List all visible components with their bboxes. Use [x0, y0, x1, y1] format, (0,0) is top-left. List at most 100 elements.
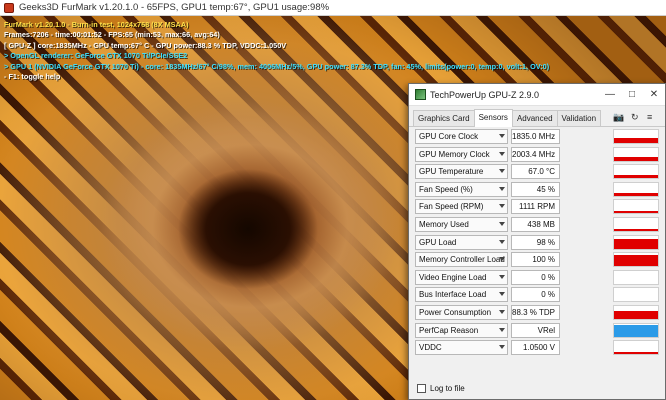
close-button[interactable]: ✕	[643, 84, 665, 106]
sensor-name-dropdown[interactable]: Power Consumption	[415, 304, 508, 320]
sensor-graph-fill	[614, 325, 658, 337]
sensor-graph-fill	[614, 193, 658, 196]
sensor-value: 2003.4 MHz	[511, 146, 560, 162]
sensor-graph-fill	[614, 351, 658, 355]
sensor-row: Memory Controller Load 100 %	[415, 251, 661, 269]
sensor-value: 0 %	[511, 269, 560, 285]
chevron-down-icon[interactable]	[499, 257, 505, 262]
chevron-down-icon[interactable]	[499, 239, 505, 244]
tab-advanced[interactable]: Advanced	[511, 110, 558, 126]
sensor-name-dropdown[interactable]: Bus Interface Load	[415, 287, 508, 303]
chevron-down-icon[interactable]	[499, 134, 505, 138]
osd-line: > GPU 1 (NVIDIA GeForce GTX 1070 Ti) - c…	[4, 61, 550, 71]
tab-sensors[interactable]: Sensors	[473, 109, 513, 127]
sensor-value: 100 %	[511, 252, 560, 268]
furmark-app-icon	[4, 2, 14, 13]
furmark-titlebar[interactable]: Geeks3D FurMark v1.20.1.0 - 65FPS, GPU1 …	[0, 0, 666, 16]
sensor-graph	[613, 164, 659, 180]
sensor-value: 1111 RPM	[511, 199, 560, 215]
osd-line: > OpenGL renderer: GeForce GTX 1070 Ti/P…	[4, 51, 188, 61]
camera-icon[interactable]: 📷	[613, 112, 624, 123]
sensor-row: Fan Speed (%) 45 %	[415, 181, 661, 199]
chevron-down-icon[interactable]	[499, 274, 505, 279]
sensor-graph	[613, 181, 659, 197]
minimize-button[interactable]: —	[599, 84, 621, 106]
sensor-graph	[613, 340, 659, 356]
sensor-graph-fill	[614, 255, 658, 267]
sensor-graph-fill	[614, 138, 658, 143]
chevron-down-icon[interactable]	[499, 292, 505, 297]
sensor-value: 45 %	[511, 181, 560, 197]
sensor-name-dropdown[interactable]: GPU Memory Clock	[415, 146, 508, 162]
sensor-graph	[613, 304, 659, 320]
sensor-name-dropdown[interactable]: Fan Speed (%)	[415, 181, 508, 197]
chevron-down-icon[interactable]	[499, 327, 505, 332]
sensor-row: PerfCap Reason VRel	[415, 322, 661, 340]
sensor-name-dropdown[interactable]: Memory Controller Load	[415, 252, 508, 268]
sensor-name-dropdown[interactable]: Fan Speed (RPM)	[415, 199, 508, 215]
sensor-graph-fill	[614, 311, 658, 319]
sensor-name-dropdown[interactable]: VDDC	[415, 340, 508, 356]
sensor-graph	[613, 234, 659, 250]
sensor-value: VRel	[511, 322, 560, 338]
chevron-down-icon[interactable]	[499, 309, 505, 314]
sensor-row: Video Engine Load 0 %	[415, 269, 661, 287]
maximize-button[interactable]: □	[621, 84, 643, 106]
sensor-value: 98 %	[511, 234, 560, 250]
sensor-graph	[613, 252, 659, 268]
chevron-down-icon[interactable]	[499, 204, 505, 209]
furmark-osd: FurMark v1.20.1.0 - Burn-in test, 1024x7…	[4, 20, 549, 82]
sensor-graph-fill	[614, 238, 658, 249]
sensor-name-dropdown[interactable]: GPU Core Clock	[415, 129, 508, 144]
sensor-row: Fan Speed (RPM) 1111 RPM	[415, 198, 661, 216]
sensor-row: GPU Load 98 %	[415, 234, 661, 252]
chevron-down-icon[interactable]	[499, 186, 505, 191]
gpuz-titlebar[interactable]: TechPowerUp GPU-Z 2.9.0 — □ ✕	[409, 84, 665, 106]
furmark-window-title: Geeks3D FurMark v1.20.1.0 - 65FPS, GPU1 …	[19, 2, 330, 13]
gpuz-app-icon	[415, 89, 426, 100]
sensor-name-dropdown[interactable]: Memory Used	[415, 216, 508, 232]
sensor-graph	[613, 199, 659, 215]
chevron-down-icon[interactable]	[499, 345, 505, 350]
chevron-down-icon[interactable]	[499, 221, 505, 226]
sensor-row: GPU Core Clock 1835.0 MHz	[415, 128, 661, 146]
sensor-row: GPU Temperature 67.0 °C	[415, 163, 661, 181]
sensor-value: 88.3 % TDP	[511, 304, 560, 320]
log-to-file-label: Log to file	[430, 384, 465, 393]
sensor-name-dropdown[interactable]: Video Engine Load	[415, 269, 508, 285]
sensor-value: 438 MB	[511, 216, 560, 232]
sensor-name-dropdown[interactable]: GPU Load	[415, 234, 508, 250]
sensor-value: 0 %	[511, 287, 560, 303]
sensor-graph	[613, 129, 659, 144]
osd-line: - F1: toggle help	[4, 72, 61, 82]
log-to-file-option[interactable]: Log to file	[417, 384, 465, 393]
sensor-graph-fill	[614, 174, 658, 179]
sensor-row: Memory Used 438 MB	[415, 216, 661, 234]
sensor-name-dropdown[interactable]: PerfCap Reason	[415, 322, 508, 338]
sensor-row: Bus Interface Load 0 %	[415, 286, 661, 304]
sensor-row: VDDC 1.0500 V	[415, 339, 661, 357]
sensor-name-dropdown[interactable]: GPU Temperature	[415, 164, 508, 180]
sensor-value: 1.0500 V	[511, 340, 560, 356]
refresh-icon[interactable]: ↻	[631, 112, 639, 123]
sensor-graph	[613, 216, 659, 232]
menu-icon[interactable]: ≡	[647, 112, 652, 122]
sensor-graph	[613, 146, 659, 162]
sensor-graph-fill	[614, 210, 658, 214]
sensor-list: GPU Core Clock 1835.0 MHz GPU Memory Clock…	[415, 128, 661, 357]
log-to-file-checkbox[interactable]	[417, 384, 426, 393]
sensor-graph	[613, 322, 659, 338]
osd-line: Frames:7206 - time:00:01:52 - FPS:65 (mi…	[4, 30, 220, 40]
sensor-graph	[613, 269, 659, 285]
tab-validation[interactable]: Validation	[556, 110, 602, 126]
gpuz-window-title: TechPowerUp GPU-Z 2.9.0	[430, 89, 540, 100]
chevron-down-icon[interactable]	[499, 151, 505, 156]
osd-line: [ GPU-Z ] core:1835MHz - GPU temp:67° C …	[4, 40, 287, 50]
gpuz-tab-bar: Graphics Card Sensors Advanced Validatio…	[409, 109, 665, 127]
sensor-value: 1835.0 MHz	[511, 129, 560, 144]
chevron-down-icon[interactable]	[499, 169, 505, 174]
gpuz-window: TechPowerUp GPU-Z 2.9.0 — □ ✕ Graphics C…	[408, 83, 666, 400]
sensor-row: Power Consumption 88.3 % TDP	[415, 304, 661, 322]
sensor-graph-fill	[614, 156, 658, 161]
tab-graphics-card[interactable]: Graphics Card	[413, 110, 475, 126]
